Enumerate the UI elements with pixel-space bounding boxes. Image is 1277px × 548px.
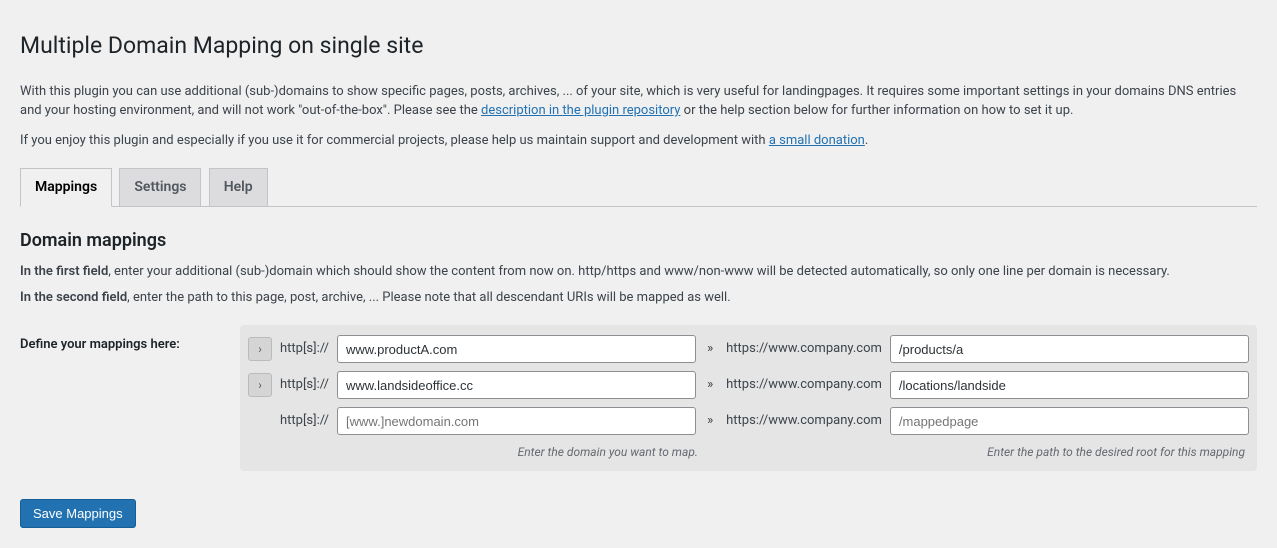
arrow-icon: » xyxy=(702,375,718,395)
path-hint: Enter the path to the desired root for t… xyxy=(879,443,1249,463)
chevron-right-icon: › xyxy=(258,376,262,394)
intro-paragraph-1: With this plugin you can use additional … xyxy=(20,82,1257,121)
arrow-icon: » xyxy=(702,339,718,359)
intro-text-1b: or the help section below for further in… xyxy=(680,103,1073,118)
instr-first-rest: , enter your additional (sub-)domain whi… xyxy=(108,264,1170,279)
intro-text-2b: . xyxy=(865,133,868,148)
mapping-row: http[s]:// » https://www.company.com xyxy=(246,403,1251,439)
mapping-row: › http[s]:// » https://www.company.com xyxy=(246,367,1251,403)
protocol-label: http[s]:// xyxy=(278,375,331,395)
arrow-icon: » xyxy=(702,411,718,431)
instructions: In the first field, enter your additiona… xyxy=(20,262,1257,307)
protocol-label: http[s]:// xyxy=(278,339,331,359)
domain-input[interactable] xyxy=(337,371,696,399)
mappings-box: › http[s]:// » https://www.company.com ›… xyxy=(240,325,1257,471)
domain-input[interactable] xyxy=(337,407,696,435)
domain-hint: Enter the domain you want to map. xyxy=(332,443,708,463)
instr-first-bold: In the first field xyxy=(20,264,108,279)
chevron-right-icon: › xyxy=(258,340,262,358)
intro-text-2a: If you enjoy this plugin and especially … xyxy=(20,133,769,148)
path-input[interactable] xyxy=(890,407,1249,435)
base-url-label: https://www.company.com xyxy=(724,375,884,395)
intro-paragraph-2: If you enjoy this plugin and especially … xyxy=(20,131,1257,151)
hints-row: Enter the domain you want to map. https:… xyxy=(246,439,1251,465)
instr-second-rest: , enter the path to this page, post, arc… xyxy=(127,290,730,305)
path-input[interactable] xyxy=(890,335,1249,363)
tab-bar: Mappings Settings Help xyxy=(20,168,1257,207)
base-url-label: https://www.company.com xyxy=(724,339,884,359)
save-button[interactable]: Save Mappings xyxy=(20,499,136,528)
domain-input[interactable] xyxy=(337,335,696,363)
protocol-label: http[s]:// xyxy=(278,411,331,431)
define-label: Define your mappings here: xyxy=(20,325,240,355)
expand-toggle[interactable]: › xyxy=(248,373,272,397)
section-title: Domain mappings xyxy=(20,227,1257,254)
donation-link[interactable]: a small donation xyxy=(769,133,865,148)
tab-mappings[interactable]: Mappings xyxy=(20,168,112,207)
page-title: Multiple Domain Mapping on single site xyxy=(20,20,1257,68)
base-url-label: https://www.company.com xyxy=(724,411,884,431)
mapping-row: › http[s]:// » https://www.company.com xyxy=(246,331,1251,367)
tab-settings[interactable]: Settings xyxy=(119,168,201,206)
tab-help[interactable]: Help xyxy=(209,168,268,206)
path-input[interactable] xyxy=(890,371,1249,399)
plugin-repo-link[interactable]: description in the plugin repository xyxy=(481,103,680,118)
expand-toggle[interactable]: › xyxy=(248,337,272,361)
instr-second-bold: In the second field xyxy=(20,290,127,305)
